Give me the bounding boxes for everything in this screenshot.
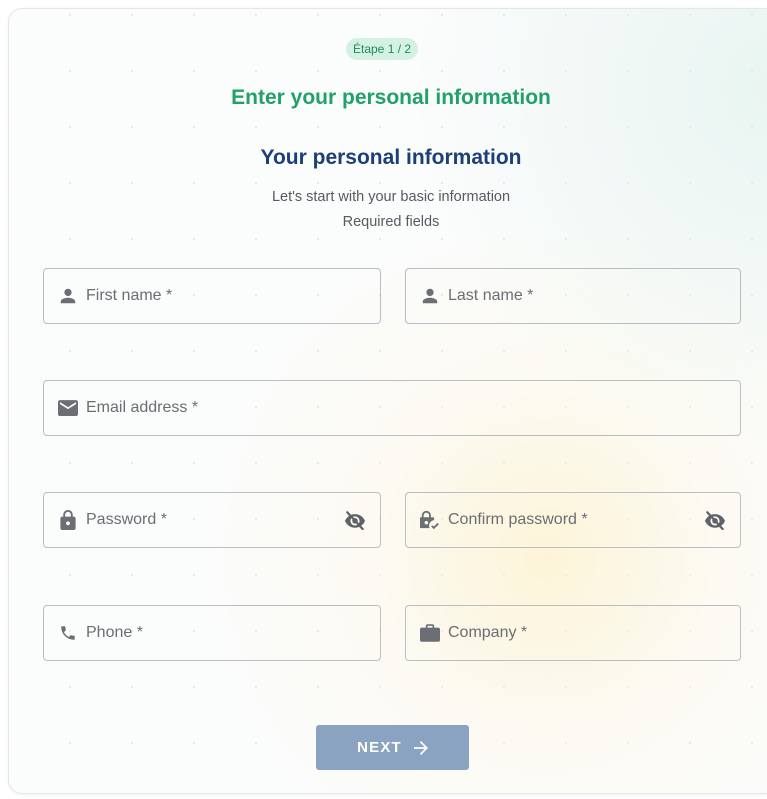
person-icon [420, 286, 440, 306]
envelope-icon [58, 398, 78, 418]
next-button-label: NEXT [357, 739, 402, 756]
last-name-label: Last name * [448, 287, 534, 304]
first-name-field[interactable]: First name * [43, 268, 381, 324]
arrow-right-icon [413, 740, 428, 755]
briefcase-icon [420, 623, 440, 643]
password-label: Password * [86, 511, 167, 528]
section-subtitle: Let's start with your basic information [271, 189, 511, 205]
phone-icon [58, 623, 78, 643]
section-title: Your personal information [260, 146, 522, 169]
confirm-password-label: Confirm password * [448, 511, 588, 528]
required-fields-note: Required fields [342, 214, 440, 230]
email-field[interactable]: Email address * [43, 380, 741, 436]
company-field[interactable]: Company * [405, 605, 741, 661]
phone-field[interactable]: Phone * [43, 605, 381, 661]
password-field[interactable]: Password * [43, 492, 381, 548]
next-button[interactable]: NEXT [316, 725, 469, 770]
email-label: Email address * [86, 399, 199, 416]
company-label: Company * [448, 624, 528, 641]
page-title: Enter your personal information [231, 86, 551, 109]
lock-icon [58, 510, 78, 530]
first-name-label: First name * [86, 287, 173, 304]
phone-label: Phone * [86, 624, 143, 641]
eye-off-icon[interactable] [344, 509, 366, 531]
step-badge: Étape 1 / 2 [346, 38, 419, 60]
last-name-field[interactable]: Last name * [405, 268, 741, 324]
lock-check-icon [420, 510, 440, 530]
person-icon [58, 286, 78, 306]
eye-off-icon[interactable] [704, 509, 726, 531]
confirm-password-field[interactable]: Confirm password * [405, 492, 741, 548]
